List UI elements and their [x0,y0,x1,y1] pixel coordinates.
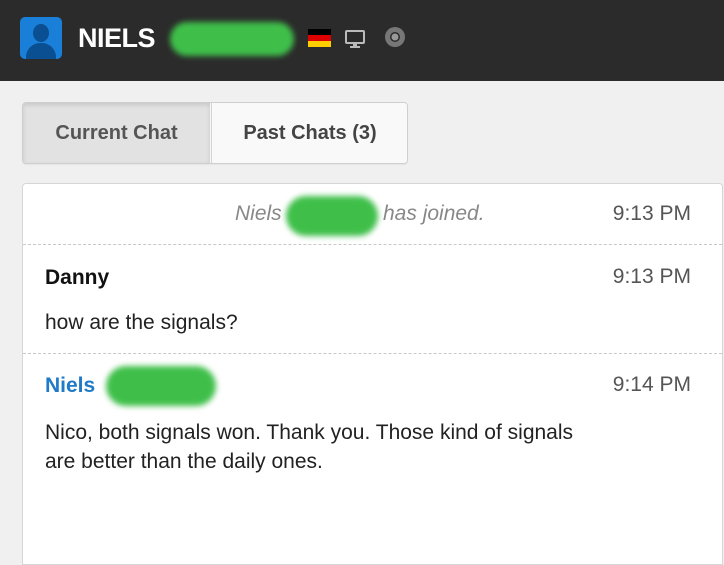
chat-transcript: Niels has joined. 9:13 PM Danny 9:13 PM … [22,183,723,565]
message-text: how are the signals? [45,311,238,334]
system-message-name: Niels [235,202,282,225]
germany-flag-icon [308,29,331,47]
message-text: Nico, both signals won. Thank you. Those… [45,418,573,476]
message-timestamp: 9:14 PM [612,373,691,396]
visitor-name: NIELS [78,23,156,53]
message-sender: Danny [45,266,110,289]
chat-tabs: Current Chat Past Chats (3) [22,102,408,164]
system-message-joined: Niels has joined. 9:13 PM [23,184,722,245]
message-timestamp: 9:13 PM [612,202,691,225]
tab-current-chat[interactable]: Current Chat [23,103,210,163]
message-sender: Niels [45,374,96,397]
message-text-line: Nico, both signals won. Thank you. Those… [45,421,574,444]
system-message-text: has joined. [383,202,485,225]
chat-header: NIELS [0,0,724,81]
chat-message: Danny 9:13 PM how are the signals? [23,245,722,354]
message-text-line: are better than the daily ones. [45,450,323,473]
chat-message: Niels 9:14 PM Nico, both signals won. Th… [23,354,722,504]
redacted-surname [170,22,294,56]
user-silhouette-icon [20,17,62,59]
redacted-surname [106,366,216,406]
message-timestamp: 9:13 PM [612,265,691,288]
tab-past-chats[interactable]: Past Chats (3) [211,103,407,163]
redacted-surname [286,196,378,236]
desktop-monitor-icon [345,30,365,48]
chrome-browser-icon [385,27,405,47]
